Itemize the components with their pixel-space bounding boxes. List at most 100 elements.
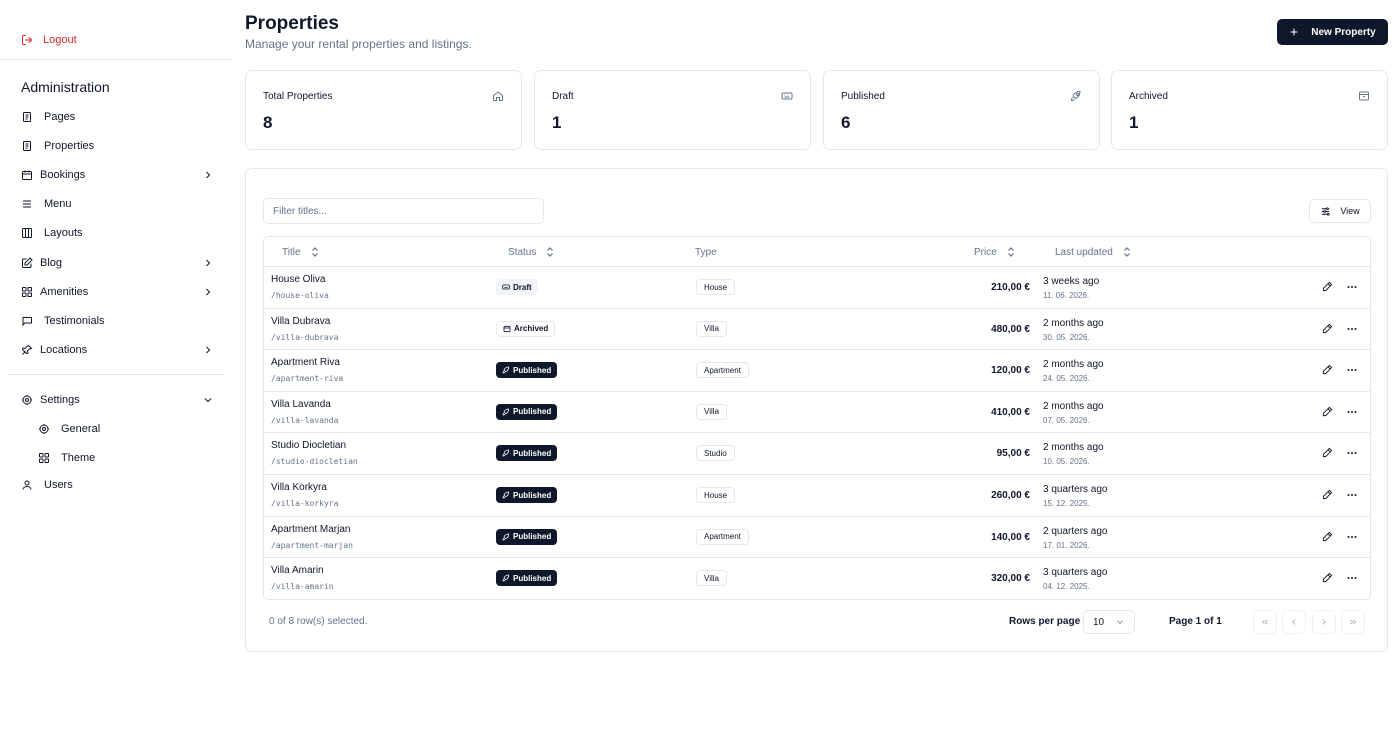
column-header-price[interactable]: Price [974, 237, 1015, 267]
property-title: Studio Diocletian [271, 440, 347, 452]
table-row[interactable]: Villa Korkyra/villa-korkyra Published Hous… [264, 475, 1370, 517]
last-updated-date: 11. 06. 2026. [1043, 291, 1090, 300]
first-page-button[interactable] [1253, 610, 1277, 634]
sidebar-item-menu[interactable]: Menu [8, 190, 224, 219]
sidebar-item-settings[interactable]: Settings [8, 385, 224, 414]
message-icon [20, 314, 34, 328]
edit-icon[interactable] [1322, 406, 1334, 418]
menu-icon [20, 197, 34, 211]
sidebar-item-label: General [61, 422, 101, 435]
column-label: Title [282, 246, 301, 258]
edit-icon[interactable] [1322, 323, 1334, 335]
more-actions-icon[interactable] [1346, 447, 1358, 459]
logout-button[interactable]: Logout [8, 27, 224, 53]
last-page-button[interactable] [1341, 610, 1365, 634]
calendar-icon [20, 168, 34, 182]
status-badge: Published [496, 528, 558, 545]
more-actions-icon[interactable] [1346, 364, 1358, 376]
sidebar-item-bookings[interactable]: Bookings [8, 160, 224, 189]
status-label: Published [513, 532, 552, 542]
stat-card-archived: Archived 1 [1111, 70, 1388, 150]
sidebar-item-label: Amenities [40, 285, 89, 298]
chevron-right-icon [202, 344, 214, 356]
sidebar-item-testimonials[interactable]: Testimonials [8, 306, 224, 335]
rocket-icon [502, 574, 510, 582]
sidebar-item-theme[interactable]: Theme [8, 443, 224, 472]
status-label: Draft [513, 282, 532, 292]
sort-icon [1123, 247, 1131, 257]
chevron-left-icon [1289, 617, 1299, 627]
table-row[interactable]: Studio Diocletian/studio-diocletian Publi… [264, 433, 1370, 475]
sidebar-item-label: Locations [40, 344, 88, 357]
table-row[interactable]: Villa Lavanda/villa-lavanda Published Vill… [264, 392, 1370, 434]
sidebar-item-properties[interactable]: Properties [8, 131, 224, 160]
stat-value: 6 [841, 113, 851, 132]
page-icon [20, 110, 34, 124]
view-options-button[interactable]: View [1309, 199, 1371, 223]
more-actions-icon[interactable] [1346, 531, 1358, 543]
page-info: Page 1 of 1 [1169, 616, 1222, 627]
column-header-last-updated[interactable]: Last updated [1055, 237, 1131, 267]
sidebar-item-label: Pages [44, 110, 76, 123]
sidebar-item-label: Settings [40, 393, 80, 406]
stat-title: Published [841, 91, 885, 102]
property-slug: /villa-lavanda [271, 415, 339, 425]
sidebar-item-blog[interactable]: Blog [8, 248, 224, 277]
sidebar-item-label: Blog [40, 256, 63, 269]
page-title: Properties [245, 13, 339, 34]
sidebar-item-layouts[interactable]: Layouts [8, 219, 224, 248]
sidebar-item-locations[interactable]: Locations [8, 336, 224, 365]
edit-icon[interactable] [1322, 447, 1334, 459]
last-updated-relative: 3 weeks ago [1043, 276, 1100, 287]
rows-per-page-select[interactable]: 10 [1083, 610, 1135, 634]
grid-icon [20, 285, 34, 299]
sidebar-item-general[interactable]: General [8, 414, 224, 443]
last-updated-relative: 2 months ago [1043, 359, 1104, 371]
sliders-icon [1320, 206, 1331, 217]
last-updated-date: 07. 05. 2026. [1043, 415, 1090, 425]
property-slug: /villa-dubrava [271, 332, 339, 342]
property-price: 480,00 € [991, 323, 1030, 335]
last-updated-date: 24. 05. 2026. [1043, 374, 1090, 384]
more-actions-icon[interactable] [1346, 489, 1358, 501]
edit-icon[interactable] [1322, 364, 1334, 376]
last-updated-date: 10. 05. 2026. [1043, 457, 1090, 467]
edit-icon[interactable] [1322, 572, 1334, 584]
edit-icon[interactable] [1322, 281, 1334, 293]
sidebar-item-users[interactable]: Users [8, 473, 224, 497]
column-header-title[interactable]: Title [282, 237, 319, 267]
new-property-button[interactable]: New Property [1277, 19, 1388, 45]
sidebar: Logout Administration Pages Properties B… [0, 0, 232, 752]
column-label: Status [508, 246, 537, 258]
sidebar-item-pages[interactable]: Pages [8, 102, 224, 131]
status-label: Published [513, 573, 552, 583]
previous-page-button[interactable] [1282, 610, 1306, 634]
chevron-right-icon [202, 169, 214, 181]
more-actions-icon[interactable] [1346, 572, 1358, 584]
chevrons-left-icon [1260, 617, 1270, 627]
edit-icon[interactable] [1322, 531, 1334, 543]
pin-icon [20, 343, 34, 357]
filter-titles-input[interactable] [263, 198, 544, 224]
table-row[interactable]: Apartment Riva/apartment-riva Published Ap… [264, 350, 1370, 392]
sidebar-divider [0, 59, 232, 60]
home-icon [492, 90, 504, 102]
table-row[interactable]: Villa Dubrava/villa-dubrava Archived Villa… [264, 309, 1370, 351]
edit-icon[interactable] [1322, 489, 1334, 501]
sidebar-item-amenities[interactable]: Amenities [8, 277, 224, 306]
status-label: Published [513, 365, 552, 375]
table-row[interactable]: House Oliva/house-oliva Draft House 210,00 … [264, 267, 1370, 309]
table-header: Title Status Type Price Last updated [264, 237, 1370, 267]
logout-label: Logout [43, 34, 77, 46]
table-row[interactable]: Apartment Marjan/apartment-marjan Publish… [264, 517, 1370, 559]
table-row[interactable]: Villa Amarin/villa-amarin Published Villa 3… [264, 558, 1370, 599]
more-actions-icon[interactable] [1346, 406, 1358, 418]
property-price: 120,00 € [991, 365, 1030, 377]
more-actions-icon[interactable] [1346, 281, 1358, 293]
status-label: Published [513, 448, 552, 458]
column-label: Last updated [1055, 246, 1113, 258]
column-header-status[interactable]: Status [508, 237, 554, 267]
more-actions-icon[interactable] [1346, 323, 1358, 335]
property-title: Villa Dubrava [271, 315, 331, 327]
next-page-button[interactable] [1312, 610, 1336, 634]
